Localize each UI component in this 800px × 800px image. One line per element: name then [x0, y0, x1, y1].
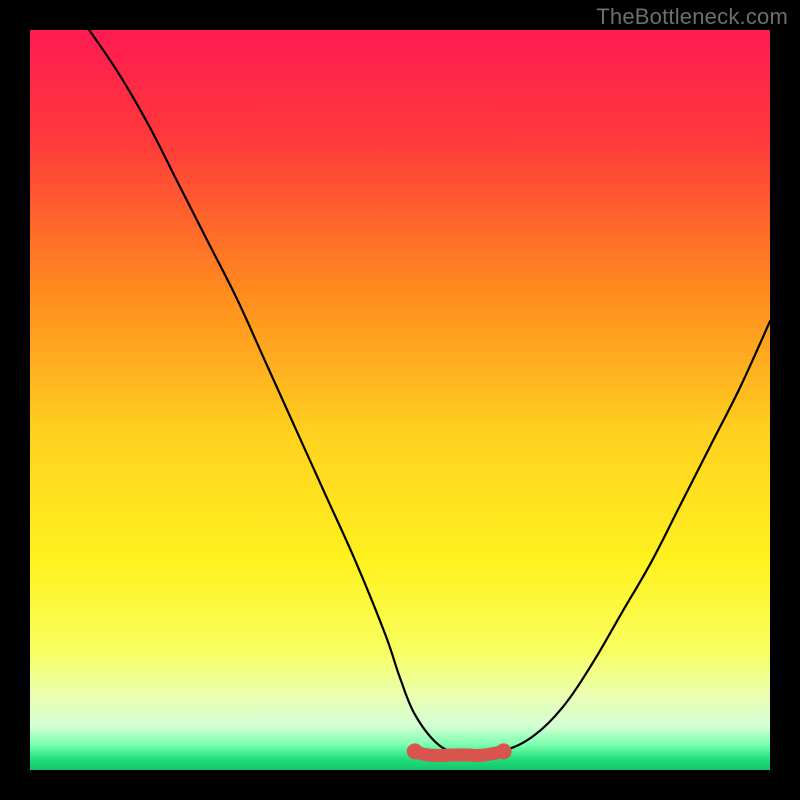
chart-stage: TheBottleneck.com — [0, 0, 800, 800]
watermark-text: TheBottleneck.com — [596, 4, 788, 30]
valley-dot-right — [496, 743, 512, 759]
valley-dot-left — [407, 743, 423, 759]
bottleneck-chart — [30, 30, 770, 770]
valley-highlight — [415, 751, 504, 755]
plot-background — [30, 30, 770, 770]
